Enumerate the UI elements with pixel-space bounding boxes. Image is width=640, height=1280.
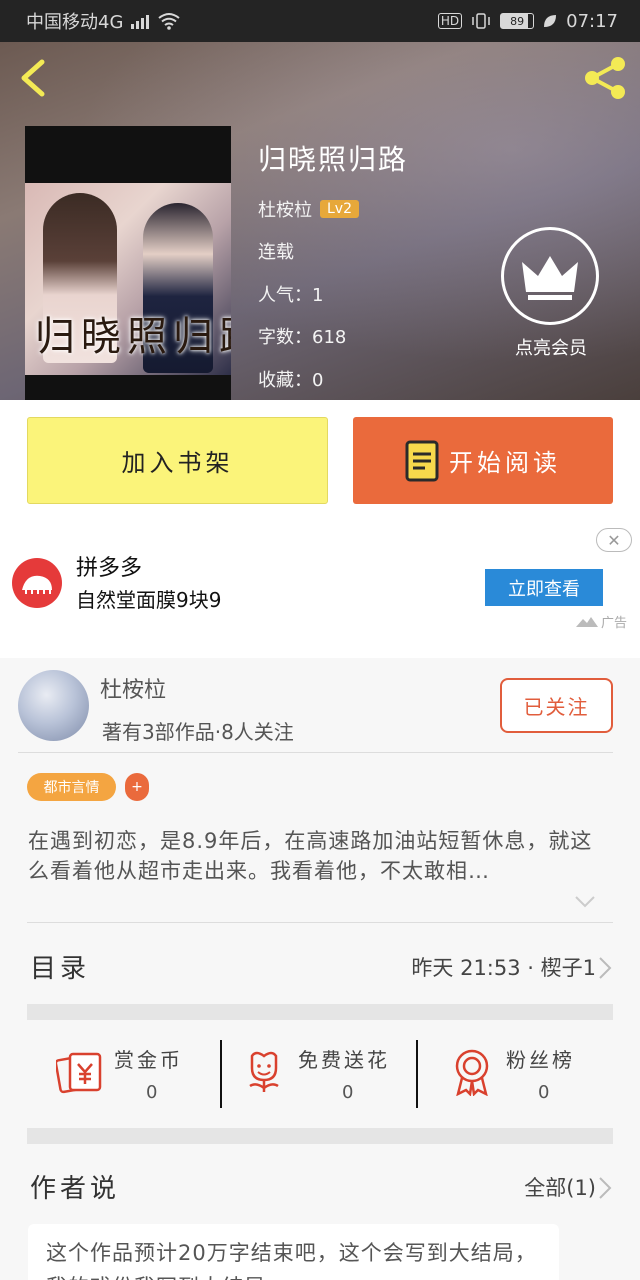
stat-divider xyxy=(220,1040,222,1108)
ad-cta-button[interactable]: 立即查看 xyxy=(485,569,603,606)
author-meta: 著有3部作品·8人关注 xyxy=(102,720,294,744)
level-badge: Lv2 xyxy=(320,200,359,218)
ad-subtitle: 自然堂面膜9块9 xyxy=(76,588,222,612)
vibrate-icon xyxy=(472,13,490,29)
chevron-right-icon xyxy=(599,1177,612,1199)
catalog-row[interactable]: 目录 昨天 21:53 · 楔子1 xyxy=(0,936,640,1000)
catalog-title: 目录 xyxy=(30,954,91,984)
section-band xyxy=(27,1128,613,1144)
divider xyxy=(27,922,613,923)
chevron-right-icon xyxy=(599,957,612,979)
author-name-link[interactable]: 杜桉柆 xyxy=(258,196,312,222)
flower-icon xyxy=(249,1051,279,1092)
ad-banner[interactable]: 拼多多 自然堂面膜9块9 立即查看 ✕ 广告 xyxy=(0,520,640,658)
ad-network-icon xyxy=(576,616,598,627)
reward-label: 赏金币 xyxy=(114,1048,183,1072)
fan-ranking[interactable]: 粉丝榜 0 xyxy=(450,1036,640,1112)
word-count: 字数：618 xyxy=(258,327,347,348)
book-title: 归晓照归路 xyxy=(258,143,409,176)
author-notes-title: 作者说 xyxy=(30,1174,121,1204)
battery-icon: 89 xyxy=(500,13,535,29)
vip-button[interactable] xyxy=(501,227,599,325)
support-stats: 赏金币 0 免费送花 0 粉丝榜 0 xyxy=(0,1036,640,1112)
signal-icon xyxy=(131,13,150,29)
add-to-shelf-button[interactable]: 加入书架 xyxy=(27,417,328,504)
popularity: 人气：1 xyxy=(258,285,324,306)
section-band xyxy=(27,1004,613,1020)
latest-chapter: 昨天 21:53 · 楔子1 xyxy=(411,956,596,980)
ad-label: 广告 xyxy=(576,612,627,631)
follow-button[interactable]: 已关注 xyxy=(500,678,613,733)
ad-brand-logo xyxy=(12,558,62,608)
action-bar: 加入书架 开始阅读 xyxy=(0,400,640,520)
author-name[interactable]: 杜桉柆 xyxy=(100,672,166,704)
wifi-icon xyxy=(158,13,181,30)
ribbon-medal-icon xyxy=(455,1049,489,1096)
author-avatar[interactable] xyxy=(18,670,89,741)
brand-mascot-icon xyxy=(22,575,52,594)
start-reading-button[interactable]: 开始阅读 xyxy=(353,417,613,504)
book-hero: 归晓照归路 归晓照归路 杜桉柆 Lv2 连载 人气：1 字数：618 收藏：0 … xyxy=(0,42,640,400)
author-notes-all[interactable]: 全部(1) xyxy=(524,1172,596,1202)
crown-icon xyxy=(522,256,578,300)
serial-status: 连载 xyxy=(258,242,294,263)
start-reading-label: 开始阅读 xyxy=(449,449,561,477)
cover-title-text: 归晓照归路 xyxy=(35,314,231,360)
book-description: 在遇到初恋，是8.9年后，在高速路加油站短暂休息，就这么看着他从超市走出来。我看… xyxy=(28,829,593,883)
stat-divider xyxy=(416,1040,418,1108)
hd-badge: HD xyxy=(437,13,463,29)
favorites-count: 收藏：0 xyxy=(258,370,324,391)
red-envelope-icon xyxy=(56,1052,102,1094)
send-flower[interactable]: 免费送花 0 xyxy=(242,1036,438,1112)
ad-close-button[interactable]: ✕ xyxy=(596,528,632,552)
divider xyxy=(18,752,613,753)
share-icon[interactable] xyxy=(580,54,630,102)
vip-label[interactable]: 点亮会员 xyxy=(496,334,606,360)
leaf-icon xyxy=(544,15,557,27)
fan-ranking-label: 粉丝榜 xyxy=(506,1048,575,1072)
book-cover[interactable]: 归晓照归路 xyxy=(25,126,231,400)
author-notes-row[interactable]: 作者说 全部(1) xyxy=(0,1156,640,1220)
author-panel: 杜桉柆 著有3部作品·8人关注 已关注 xyxy=(0,658,640,752)
status-bar: 中国移动4G HD 89 07:17 xyxy=(0,0,640,42)
book-icon xyxy=(405,440,439,481)
chevron-down-icon[interactable] xyxy=(574,894,596,910)
ad-title: 拼多多 xyxy=(76,556,143,581)
ad-tag-text: 广告 xyxy=(601,616,628,631)
flower-label: 免费送花 xyxy=(298,1048,390,1072)
author-line: 杜桉柆 Lv2 xyxy=(258,196,359,222)
reward-value: 0 xyxy=(146,1082,158,1103)
flower-value: 0 xyxy=(342,1082,354,1103)
add-tag-button[interactable]: + xyxy=(125,773,149,801)
fan-ranking-value: 0 xyxy=(538,1082,550,1103)
back-arrow-icon[interactable] xyxy=(14,56,54,100)
author-note-card[interactable]: 这个作品预计20万字结束吧，这个会写到大结局，我的戏份我写到大结局。 xyxy=(28,1224,559,1280)
carrier-label: 中国移动4G xyxy=(26,12,124,33)
clock: 07:17 xyxy=(566,10,618,32)
genre-tag[interactable]: 都市言情 xyxy=(27,773,116,801)
